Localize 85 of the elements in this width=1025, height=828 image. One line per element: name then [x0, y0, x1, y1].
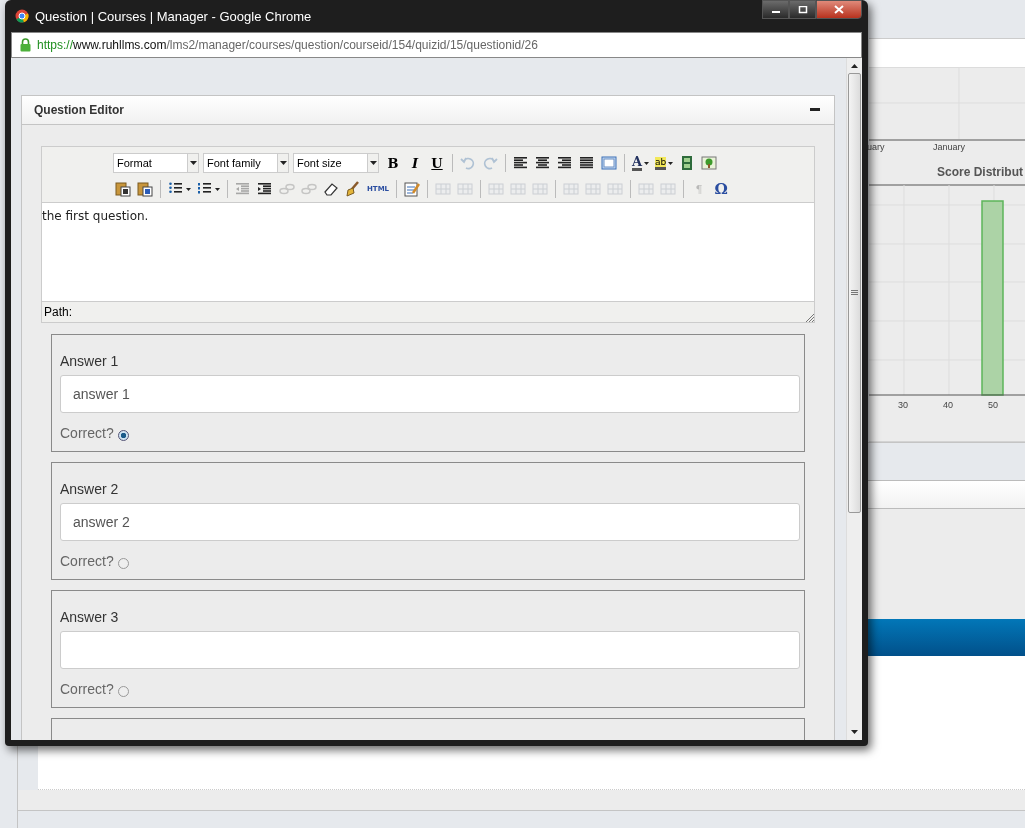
table-icon	[563, 181, 580, 197]
path-label: Path:	[44, 305, 73, 319]
underline-button[interactable]: U	[427, 153, 447, 173]
caret-icon	[668, 161, 674, 165]
answer-input-field[interactable]	[60, 631, 800, 669]
dropdown-select[interactable]: Format	[113, 153, 199, 173]
correct-label: Correct?	[60, 425, 114, 441]
answer-input-field[interactable]: answer 2	[60, 503, 800, 541]
text-color-button[interactable]: A	[630, 153, 652, 173]
answer-label: Answer 1	[60, 353, 119, 371]
justify-icon	[579, 155, 595, 171]
paste-text-button[interactable]	[113, 179, 133, 199]
resize-grip-icon[interactable]	[805, 313, 814, 322]
bold-button[interactable]: B	[383, 153, 403, 173]
caret-icon	[369, 161, 377, 165]
address-bar[interactable]: https://www.ruhllms.com/lms2/manager/courses/question/courseid/154/quizid/15/questionid/26	[11, 32, 862, 58]
correct-radio-button[interactable]	[117, 685, 129, 697]
correct-radio-button[interactable]	[117, 557, 129, 569]
eraser-icon	[323, 181, 339, 197]
undo-icon	[460, 155, 476, 171]
scroll-up-icon[interactable]	[851, 64, 858, 68]
image-button[interactable]	[699, 153, 720, 173]
highlight-button[interactable]: ab	[653, 153, 676, 173]
frame-icon	[601, 155, 617, 171]
answer-label: Answer 3	[60, 609, 119, 627]
table-icon	[457, 181, 474, 197]
dropdown-select[interactable]: Font family	[203, 153, 289, 173]
maximize-button[interactable]	[789, 0, 816, 19]
table-icon	[510, 181, 527, 197]
redo-icon	[482, 155, 498, 171]
axis-label: 50	[988, 400, 998, 410]
window-title: Question | Courses | Manager - Google Chrome	[35, 8, 312, 24]
indent-icon	[257, 181, 273, 197]
minimize-button[interactable]	[762, 0, 789, 19]
caret-icon	[189, 161, 197, 165]
table-icon	[488, 181, 505, 197]
table-icon	[638, 181, 655, 197]
correct-radio-button[interactable]	[117, 429, 129, 441]
table-edit-button[interactable]	[402, 179, 423, 199]
answer-input-field[interactable]: answer 1	[60, 375, 800, 413]
close-icon	[834, 5, 844, 14]
maximize-icon	[797, 5, 808, 14]
table-icon	[607, 181, 624, 197]
axis-label: January	[933, 142, 966, 152]
caret-icon	[215, 187, 220, 191]
align-right-icon	[557, 155, 573, 171]
editor-text-area[interactable]: the first question.	[42, 202, 814, 302]
correct-label: Correct?	[60, 681, 114, 697]
align-left-icon	[513, 155, 529, 171]
dropdown-select[interactable]: Font size	[293, 153, 379, 173]
caret-icon	[279, 161, 287, 165]
link-icon	[279, 181, 295, 197]
image-icon	[701, 155, 718, 171]
correct-label: Correct?	[60, 553, 114, 569]
scroll-down-icon[interactable]	[851, 730, 858, 734]
unlink-icon	[301, 181, 317, 197]
paste-text-icon	[115, 181, 131, 197]
caret-icon	[644, 161, 650, 165]
url-text: https://www.ruhllms.com/lms2/manager/courses/question/courseid/154/quizid/15/questionid/26	[37, 38, 538, 52]
italic-button[interactable]: I	[405, 153, 425, 173]
answer-label: Answer 2	[60, 481, 119, 499]
table-edit-icon	[404, 181, 421, 197]
paste-word-button[interactable]	[135, 179, 155, 199]
table-icon	[435, 181, 452, 197]
axis-label: 30	[898, 400, 908, 410]
caret-icon	[186, 187, 191, 191]
numbered-list-icon	[197, 181, 213, 197]
table-icon	[585, 181, 602, 197]
vertical-scrollbar[interactable]	[846, 58, 862, 740]
chart-title: Score Distribut	[937, 165, 1023, 179]
align-center-icon	[535, 155, 551, 171]
browser-logo-icon	[15, 9, 29, 23]
axis-label: 40	[943, 400, 953, 410]
table-icon	[660, 181, 677, 197]
table-icon	[532, 181, 549, 197]
paste-word-icon	[137, 181, 153, 197]
editor-content: the first question.	[42, 209, 149, 223]
panel-title: Question Editor	[34, 103, 124, 117]
close-button[interactable]	[816, 0, 862, 19]
special-character-button[interactable]: Ω	[711, 179, 732, 199]
brush-icon	[345, 181, 361, 197]
grip-lines-icon	[851, 290, 858, 296]
collapse-icon[interactable]	[810, 108, 820, 112]
outdent-icon	[235, 181, 251, 197]
lock-icon	[20, 38, 31, 52]
